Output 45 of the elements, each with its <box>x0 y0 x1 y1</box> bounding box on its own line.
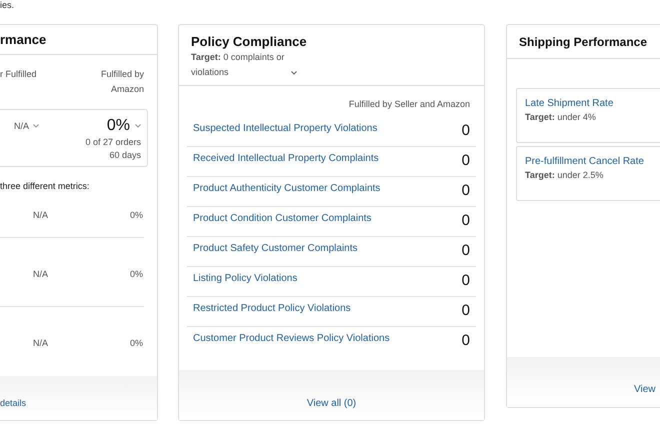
amazon-value: 0% <box>130 268 143 282</box>
metrics-note: three different metrics: <box>0 180 90 191</box>
column-header: Fulfilled by Seller and Amazon <box>348 98 470 111</box>
chevron-down-icon <box>33 124 40 128</box>
metric-link[interactable]: Product Authenticity Customer Complaints <box>193 182 380 196</box>
metric-value: 0 <box>462 182 470 200</box>
details-link[interactable]: details <box>0 396 26 410</box>
target-text: Target: under 4% <box>525 111 596 124</box>
metric-value: 0 <box>462 332 470 350</box>
chevron-down-icon[interactable] <box>291 71 297 75</box>
chevron-down-icon <box>135 124 141 128</box>
metric-link[interactable]: Suspected Intellectual Property Violations <box>193 122 378 136</box>
intro-text: ies. <box>0 0 14 10</box>
amazon-value: 0% <box>130 209 143 222</box>
seller-value: N/A <box>33 209 48 222</box>
view-link[interactable]: View <box>634 382 656 397</box>
seller-value: N/A <box>14 120 30 134</box>
metric-link[interactable]: Product Safety Customer Complaints <box>193 242 358 256</box>
metric-value: 0 <box>462 152 470 170</box>
card-title: Shipping Performance <box>519 34 648 50</box>
seller-value: N/A <box>33 268 48 282</box>
target-text: Target: under 2.5% <box>525 169 604 182</box>
seller-value: N/A <box>33 337 48 350</box>
card-title: rmance <box>0 30 46 49</box>
column-header: Fulfilled by Amazon <box>100 68 144 96</box>
view-all-link[interactable]: View all (0) <box>306 396 356 411</box>
metric-link[interactable]: Received Intellectual Property Complaints <box>193 152 379 166</box>
metric-link[interactable]: Listing Policy Violations <box>193 272 298 286</box>
metric-value: 0 <box>462 272 470 290</box>
column-header: r Fulfilled <box>0 68 37 82</box>
period-text: 60 days <box>109 149 141 162</box>
amazon-value: 0% <box>130 337 143 350</box>
metric-value: 0 <box>462 302 470 320</box>
metric-link[interactable]: Restricted Product Policy Violations <box>193 302 351 316</box>
target-text: Target: 0 complaints or violations <box>191 51 286 79</box>
metric-link[interactable]: Late Shipment Rate <box>525 97 614 111</box>
amazon-value: 0% <box>106 116 130 136</box>
metric-value: 0 <box>462 122 470 140</box>
metric-link[interactable]: Pre-fulfillment Cancel Rate <box>525 155 644 169</box>
metric-value: 0 <box>462 212 470 230</box>
metric-link[interactable]: Product Condition Customer Complaints <box>193 212 372 226</box>
card-title: Policy Compliance <box>191 34 308 50</box>
metric-link[interactable]: Customer Product Reviews Policy Violations <box>193 332 390 346</box>
orders-count: 0 of 27 orders <box>85 136 141 150</box>
metric-value: 0 <box>462 242 470 260</box>
